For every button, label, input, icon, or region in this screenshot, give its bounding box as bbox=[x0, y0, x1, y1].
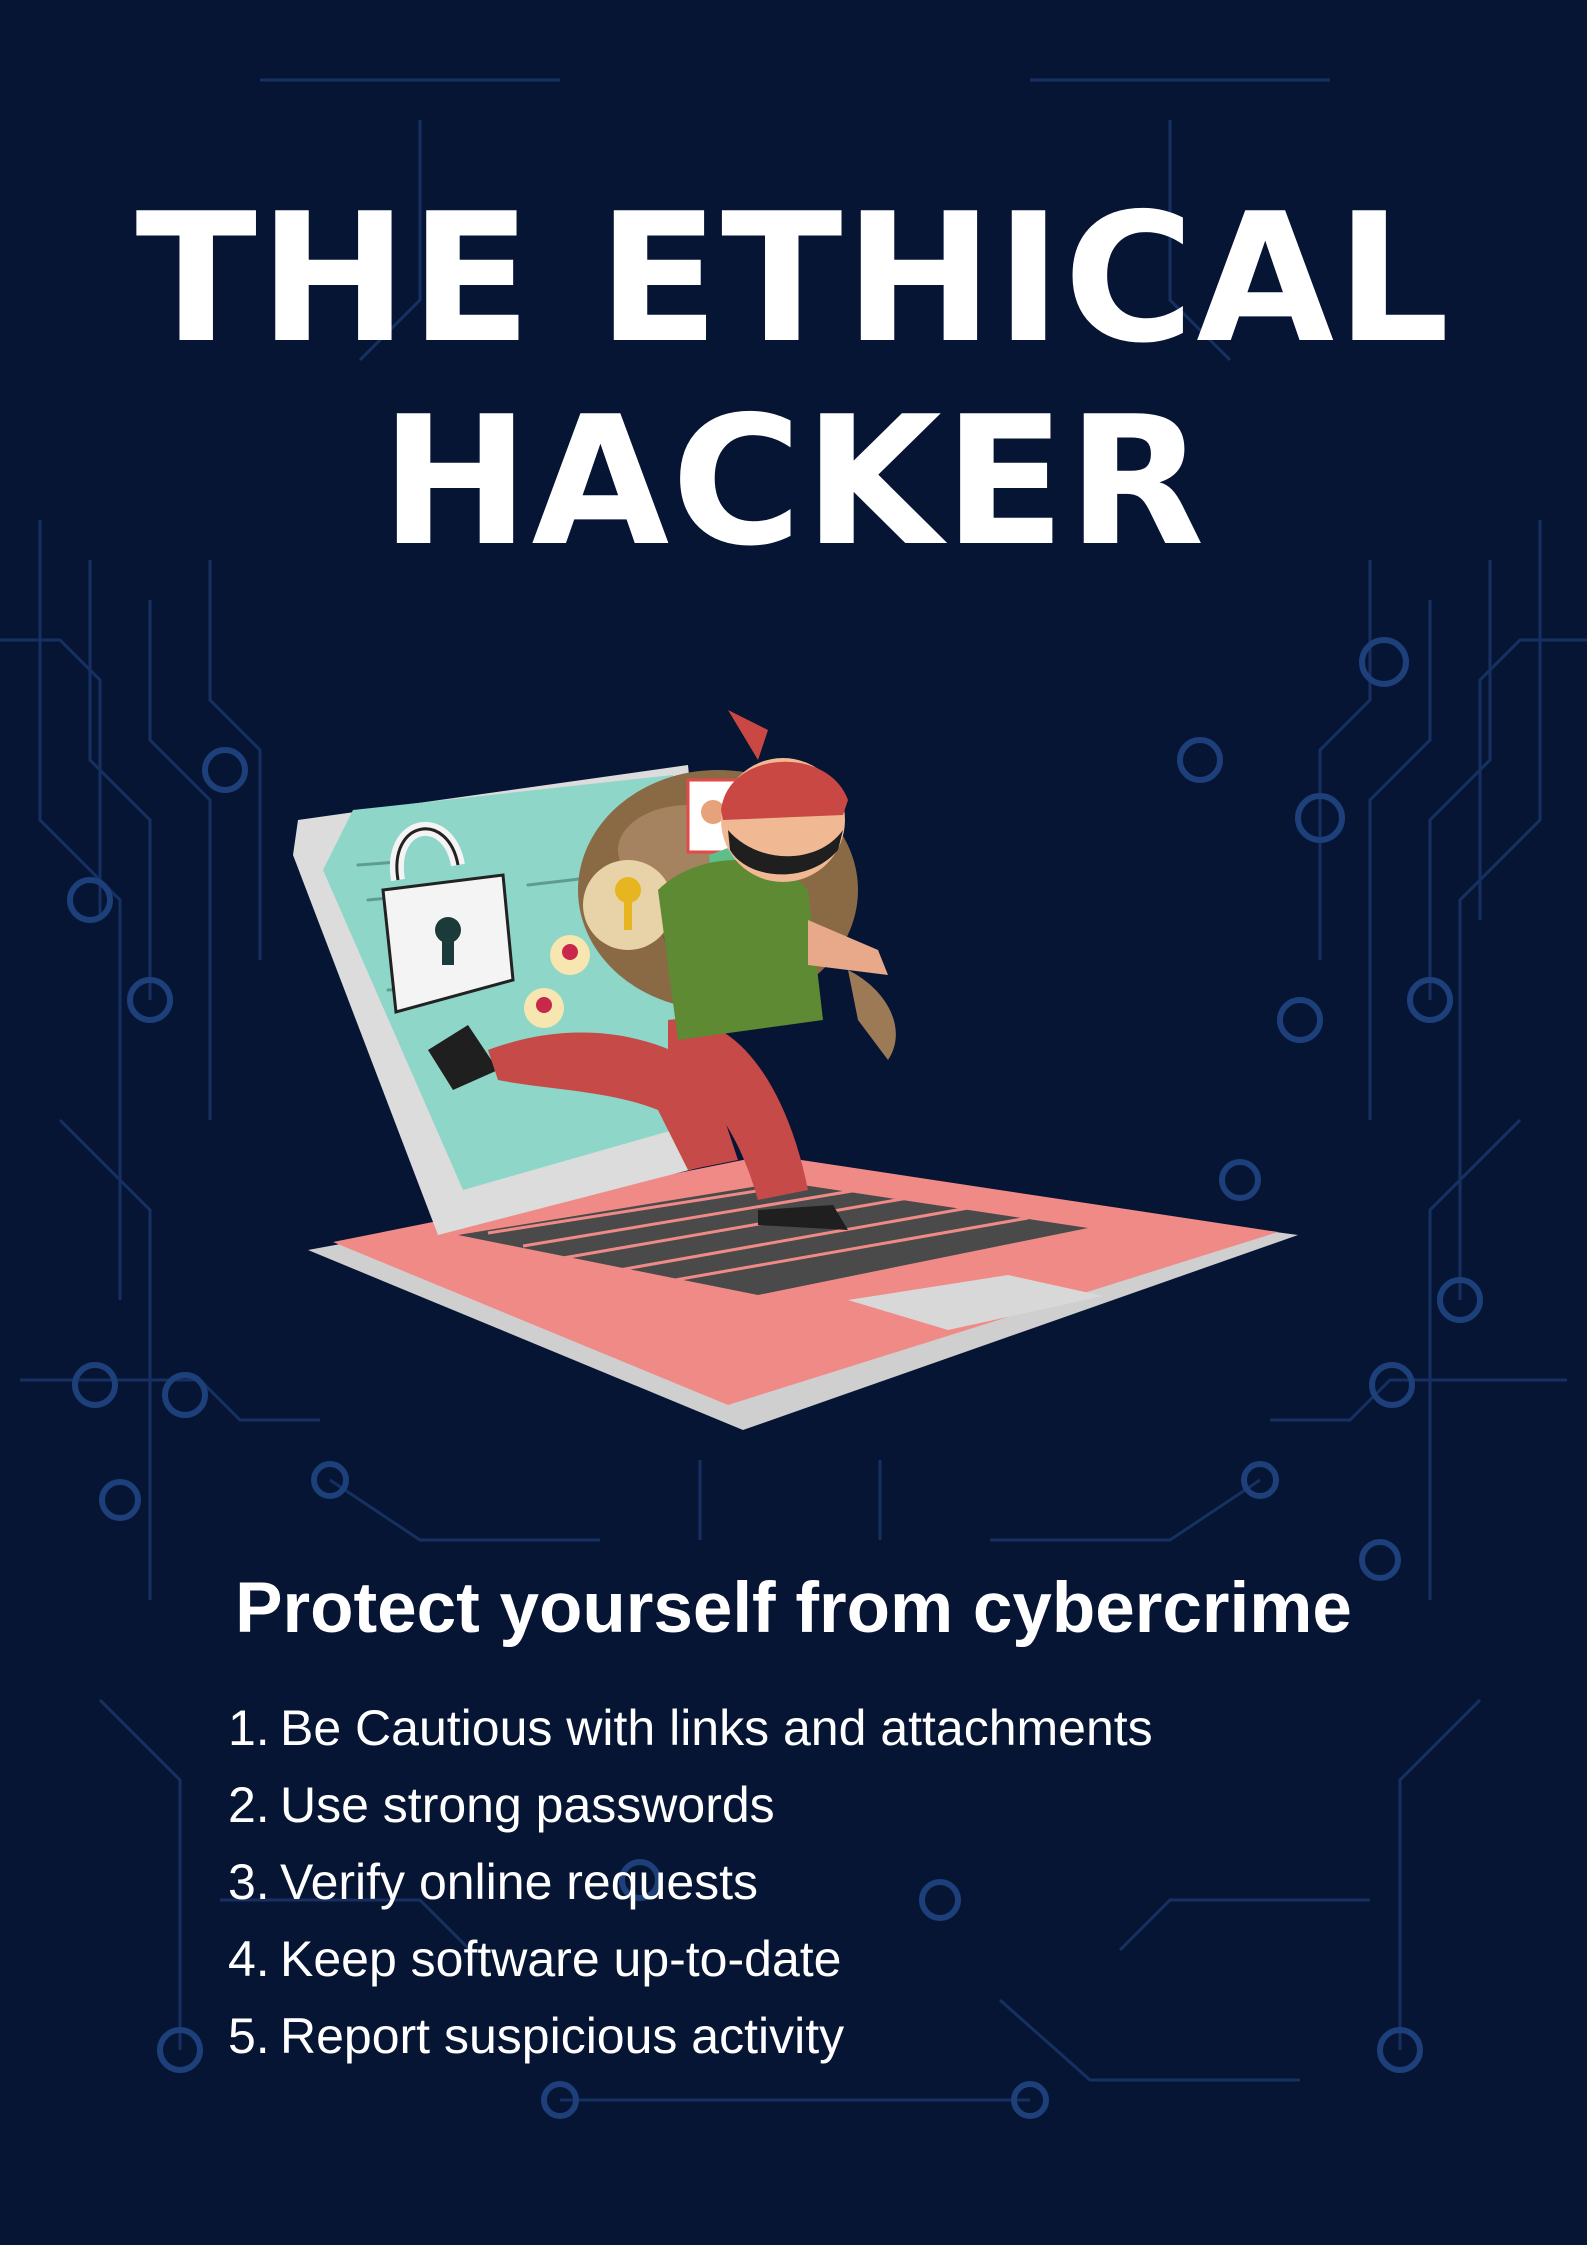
tip-number: 4. bbox=[228, 1931, 270, 1987]
tip-text: Keep software up-to-date bbox=[280, 1931, 842, 1987]
tip-text: Verify online requests bbox=[280, 1854, 759, 1910]
title-line2: HACKER bbox=[380, 378, 1207, 585]
tip-number: 1. bbox=[228, 1700, 270, 1756]
list-item: 5. Report suspicious activity bbox=[228, 1998, 1153, 2075]
list-item: 3. Verify online requests bbox=[228, 1844, 1153, 1921]
coin-icon bbox=[524, 988, 564, 1028]
tip-text: Report suspicious activity bbox=[280, 2008, 845, 2064]
tip-text: Use strong passwords bbox=[280, 1777, 775, 1833]
coin-icon bbox=[550, 935, 590, 975]
list-item: 1. Be Cautious with links and attachments bbox=[228, 1690, 1153, 1767]
tip-text: Be Cautious with links and attachments bbox=[280, 1700, 1153, 1756]
subtitle: Protect yourself from cybercrime bbox=[235, 1569, 1352, 1648]
hacker-laptop-illustration: **** bbox=[293, 710, 1298, 1430]
tip-number: 2. bbox=[228, 1777, 270, 1833]
list-item: 2. Use strong passwords bbox=[228, 1767, 1153, 1844]
tip-number: 5. bbox=[228, 2008, 270, 2064]
tip-number: 3. bbox=[228, 1854, 270, 1910]
title-line1: THE ETHICAL bbox=[135, 175, 1452, 382]
tips-list: 1. Be Cautious with links and attachments… bbox=[228, 1690, 1153, 2075]
key-icon bbox=[583, 860, 673, 950]
list-item: 4. Keep software up-to-date bbox=[228, 1921, 1153, 1998]
